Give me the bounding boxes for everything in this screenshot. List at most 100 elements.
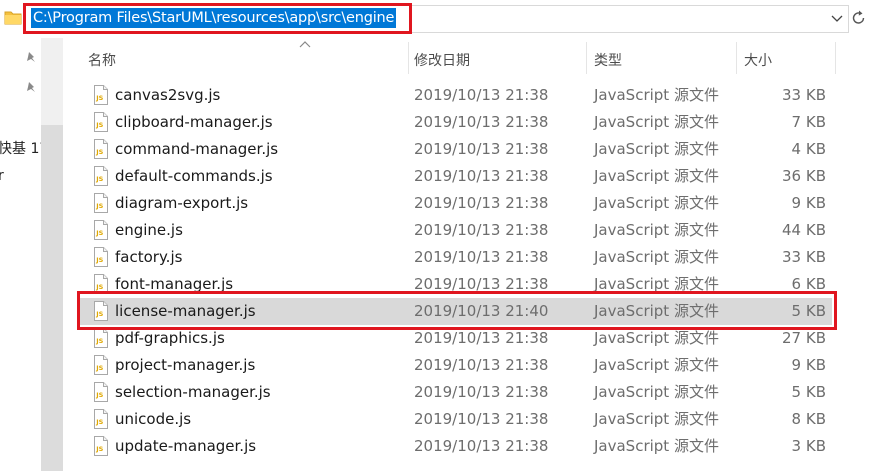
file-date: 2019/10/13 21:38: [414, 329, 549, 347]
js-file-icon: JS: [94, 85, 108, 105]
file-size: 9 KB: [791, 194, 826, 212]
file-type: JavaScript 源文件: [594, 86, 719, 104]
file-name[interactable]: update-manager.js: [115, 437, 256, 456]
navigation-pane[interactable]: 快基 17 r: [0, 38, 44, 471]
js-file-icon: JS: [94, 355, 108, 375]
js-file-icon: JS: [94, 436, 108, 456]
column-divider[interactable]: [835, 42, 836, 74]
file-size: 9 KB: [791, 356, 826, 374]
pin-icon[interactable]: [24, 80, 38, 94]
nav-item-partial[interactable]: r: [0, 168, 4, 184]
svg-text:JS: JS: [95, 229, 103, 237]
nav-scrollbar-thumb[interactable]: [41, 125, 63, 471]
file-name[interactable]: license-manager.js: [115, 302, 256, 321]
svg-text:JS: JS: [95, 391, 103, 399]
file-row[interactable]: JS canvas2svg.js 2019/10/13 21:38 JavaScrip…: [80, 82, 832, 109]
svg-text:JS: JS: [95, 337, 103, 345]
file-date: 2019/10/13 21:38: [414, 410, 549, 428]
file-type: JavaScript 源文件: [594, 113, 719, 131]
column-type-header[interactable]: 类型: [594, 50, 622, 70]
file-date: 2019/10/13 21:38: [414, 140, 549, 158]
svg-text:JS: JS: [95, 256, 103, 264]
file-date: 2019/10/13 21:38: [414, 275, 549, 293]
file-name[interactable]: default-commands.js: [115, 167, 273, 186]
file-type: JavaScript 源文件: [594, 221, 719, 239]
file-type: JavaScript 源文件: [594, 410, 719, 428]
js-file-icon: JS: [94, 220, 108, 240]
file-name[interactable]: font-manager.js: [115, 275, 233, 294]
file-type: JavaScript 源文件: [594, 167, 719, 185]
file-row[interactable]: JS update-manager.js 2019/10/13 21:38 JavaS…: [80, 433, 832, 460]
file-name[interactable]: unicode.js: [115, 410, 191, 429]
folder-icon: [4, 11, 22, 25]
svg-text:JS: JS: [95, 121, 103, 129]
svg-text:JS: JS: [95, 418, 103, 426]
file-row[interactable]: JS clipboard-manager.js 2019/10/13 21:38 Ja…: [80, 109, 832, 136]
file-size: 27 KB: [782, 329, 826, 347]
file-name[interactable]: engine.js: [115, 221, 183, 240]
file-date: 2019/10/13 21:38: [414, 356, 549, 374]
svg-text:JS: JS: [95, 202, 103, 210]
file-date: 2019/10/13 21:38: [414, 437, 549, 455]
column-name-header[interactable]: 名称: [88, 50, 116, 70]
file-row[interactable]: JS unicode.js 2019/10/13 21:38 JavaScript 源…: [80, 406, 832, 433]
svg-text:JS: JS: [95, 310, 103, 318]
file-size: 44 KB: [782, 221, 826, 239]
js-file-icon: JS: [94, 274, 108, 294]
file-name[interactable]: project-manager.js: [115, 356, 255, 375]
file-size: 33 KB: [782, 248, 826, 266]
file-date: 2019/10/13 21:38: [414, 383, 549, 401]
file-row[interactable]: JS engine.js 2019/10/13 21:38 JavaScript 源文…: [80, 217, 832, 244]
file-name[interactable]: clipboard-manager.js: [115, 113, 273, 132]
file-row[interactable]: JS project-manager.js 2019/10/13 21:38 Java…: [80, 352, 832, 379]
file-row[interactable]: JS license-manager.js 2019/10/13 21:40 Java…: [80, 298, 832, 325]
column-divider[interactable]: [736, 42, 737, 74]
file-name[interactable]: command-manager.js: [115, 140, 278, 159]
file-row[interactable]: JS selection-manager.js 2019/10/13 21:38 Ja…: [80, 379, 832, 406]
file-name[interactable]: canvas2svg.js: [115, 86, 220, 105]
file-row[interactable]: JS factory.js 2019/10/13 21:38 JavaScript 源…: [80, 244, 832, 271]
file-type: JavaScript 源文件: [594, 140, 719, 158]
file-date: 2019/10/13 21:38: [414, 194, 549, 212]
file-type: JavaScript 源文件: [594, 437, 719, 455]
svg-text:JS: JS: [95, 364, 103, 372]
file-date: 2019/10/13 21:38: [414, 86, 549, 104]
file-row[interactable]: JS pdf-graphics.js 2019/10/13 21:38 JavaScr…: [80, 325, 832, 352]
js-file-icon: JS: [94, 382, 108, 402]
column-size-header[interactable]: 大小: [744, 50, 772, 70]
file-name[interactable]: factory.js: [115, 248, 182, 267]
file-row[interactable]: JS default-commands.js 2019/10/13 21:38 Jav…: [80, 163, 832, 190]
js-file-icon: JS: [94, 193, 108, 213]
chevron-down-icon[interactable]: [830, 10, 844, 26]
file-type: JavaScript 源文件: [594, 383, 719, 401]
refresh-icon[interactable]: [851, 9, 867, 27]
address-path-text[interactable]: C:\Program Files\StarUML\resources\app\s…: [31, 8, 397, 28]
column-divider[interactable]: [408, 42, 409, 74]
svg-text:JS: JS: [95, 94, 103, 102]
file-date: 2019/10/13 21:38: [414, 221, 549, 239]
file-size: 5 KB: [791, 302, 826, 320]
file-name[interactable]: selection-manager.js: [115, 383, 271, 402]
file-type: JavaScript 源文件: [594, 248, 719, 266]
file-type: JavaScript 源文件: [594, 275, 719, 293]
file-date: 2019/10/13 21:40: [414, 302, 549, 320]
file-row[interactable]: JS diagram-export.js 2019/10/13 21:38 JavaS…: [80, 190, 832, 217]
file-row[interactable]: JS command-manager.js 2019/10/13 21:38 Java…: [80, 136, 832, 163]
file-name[interactable]: diagram-export.js: [115, 194, 248, 213]
file-row[interactable]: JS font-manager.js 2019/10/13 21:38 JavaScr…: [80, 271, 832, 298]
file-size: 36 KB: [782, 167, 826, 185]
file-name[interactable]: pdf-graphics.js: [115, 329, 225, 348]
svg-text:JS: JS: [95, 148, 103, 156]
js-file-icon: JS: [94, 409, 108, 429]
pin-icon[interactable]: [24, 50, 38, 64]
file-size: 3 KB: [791, 437, 826, 455]
column-header: 名称 修改日期 类型 大小: [63, 38, 871, 78]
file-date: 2019/10/13 21:38: [414, 113, 549, 131]
file-type: JavaScript 源文件: [594, 329, 719, 347]
file-size: 7 KB: [791, 113, 826, 131]
file-size: 33 KB: [782, 86, 826, 104]
nav-item-partial[interactable]: 快基 17: [0, 138, 44, 158]
column-divider[interactable]: [586, 42, 587, 74]
column-date-header[interactable]: 修改日期: [414, 50, 470, 70]
js-file-icon: JS: [94, 166, 108, 186]
